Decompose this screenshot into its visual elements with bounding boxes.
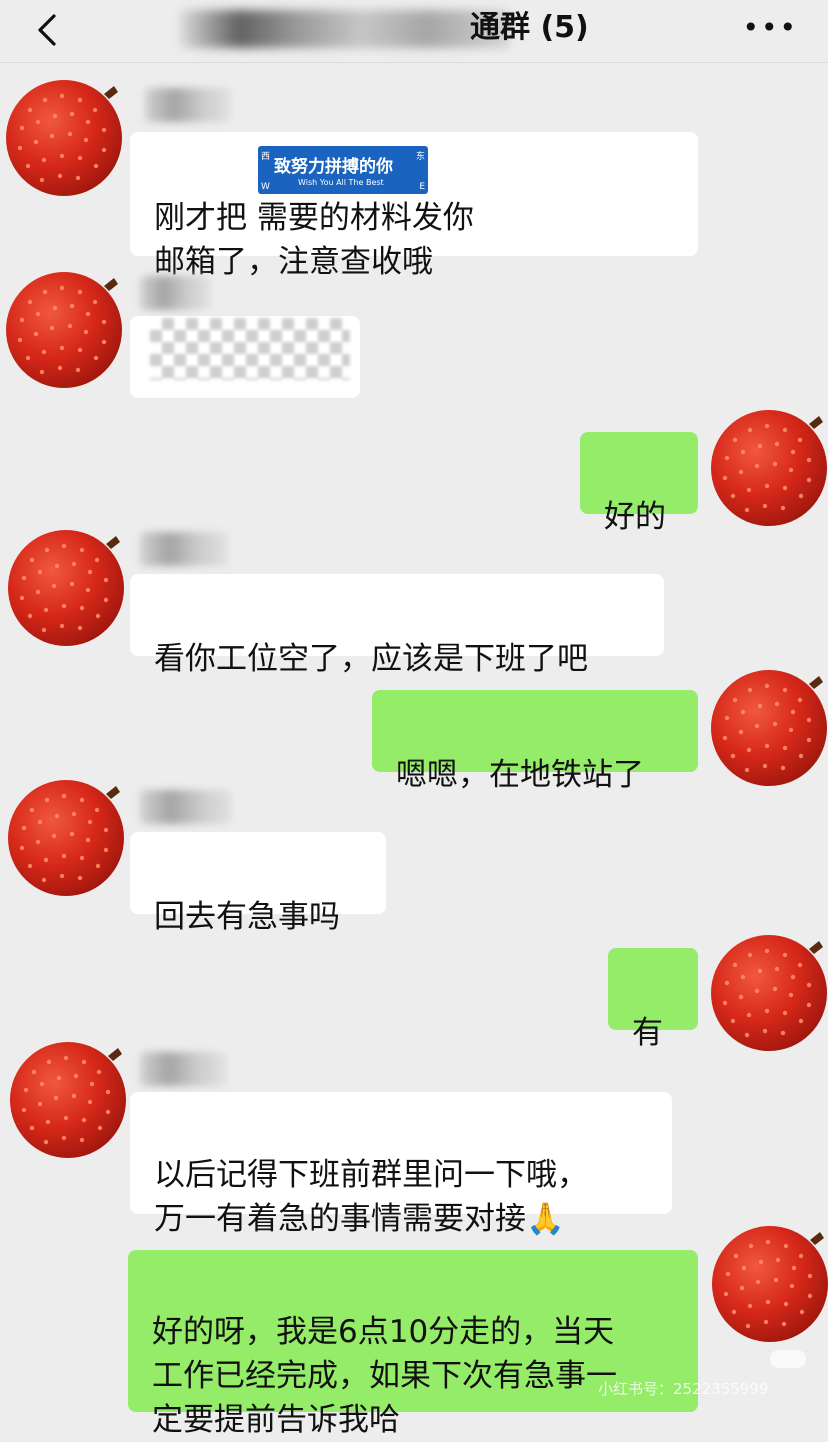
sticker-corner: E xyxy=(419,182,425,192)
redacted-sender-name xyxy=(140,1052,226,1086)
message-text: 好的 xyxy=(604,499,666,535)
sender-avatar[interactable] xyxy=(4,1032,132,1160)
sticker-text: 致努力拼搏的你 xyxy=(274,157,393,177)
message-text: 看你工位空了，应该是下班了吧 xyxy=(154,641,588,677)
message-text: 刚才把 需要的材料发你 邮箱了，注意查收哦 xyxy=(154,200,474,280)
sender-avatar[interactable] xyxy=(0,262,128,390)
back-arrow-icon[interactable] xyxy=(30,12,66,48)
sender-avatar[interactable] xyxy=(0,70,128,198)
message-bubble-outgoing[interactable]: 有 xyxy=(608,948,698,1051)
chat-title: 通群 (5) xyxy=(470,10,589,45)
message-text: 回去有急事吗 xyxy=(154,899,340,935)
message-text: 有 xyxy=(632,1015,663,1051)
more-options-icon[interactable]: ••• xyxy=(742,14,798,42)
sticker-corner: W xyxy=(261,182,270,192)
message-bubble-outgoing[interactable]: 嗯嗯，在地铁站了 xyxy=(372,690,698,793)
my-avatar[interactable] xyxy=(706,1216,828,1344)
message-bubble-incoming[interactable]: 以后记得下班前群里问一下哦， 万一有着急的事情需要对接🙏 xyxy=(130,1092,672,1237)
message-bubble-incoming[interactable]: 回去有急事吗 xyxy=(130,832,386,935)
sticker-subtext: Wish You All The Best xyxy=(298,178,384,187)
message-bubble-outgoing[interactable]: 好的 xyxy=(580,432,698,535)
my-avatar[interactable] xyxy=(705,925,828,1053)
redacted-message-content xyxy=(150,318,350,380)
redacted-sender-name xyxy=(140,790,232,824)
sender-avatar[interactable] xyxy=(2,520,130,648)
redacted-sender-name xyxy=(145,88,231,122)
redacted-sender-name xyxy=(140,532,228,566)
sticker-corner: 西 xyxy=(261,152,271,162)
chat-header: 通群 (5) ••• xyxy=(0,0,828,63)
redacted-group-name xyxy=(180,10,510,48)
message-text: 以后记得下班前群里问一下哦， 万一有着急的事情需要对接🙏 xyxy=(154,1157,588,1237)
redacted-sender-name xyxy=(140,276,210,310)
sender-avatar[interactable] xyxy=(2,770,130,898)
inline-sticker: 西 东 W E 致努力拼搏的你 Wish You All The Best xyxy=(258,146,428,194)
watermark-logo xyxy=(770,1350,806,1368)
watermark: 小红书号：2522355999 xyxy=(598,1380,769,1398)
my-avatar[interactable] xyxy=(705,660,828,788)
message-text: 嗯嗯，在地铁站了 xyxy=(396,757,644,793)
sticker-corner: 东 xyxy=(415,152,425,162)
message-text: 好的呀，我是6点10分走的，当天 工作已经完成，如果下次有急事一 定要提前告诉我… xyxy=(152,1314,617,1438)
my-avatar[interactable] xyxy=(705,400,828,528)
message-bubble-incoming[interactable]: 看你工位空了，应该是下班了吧 xyxy=(130,574,664,677)
